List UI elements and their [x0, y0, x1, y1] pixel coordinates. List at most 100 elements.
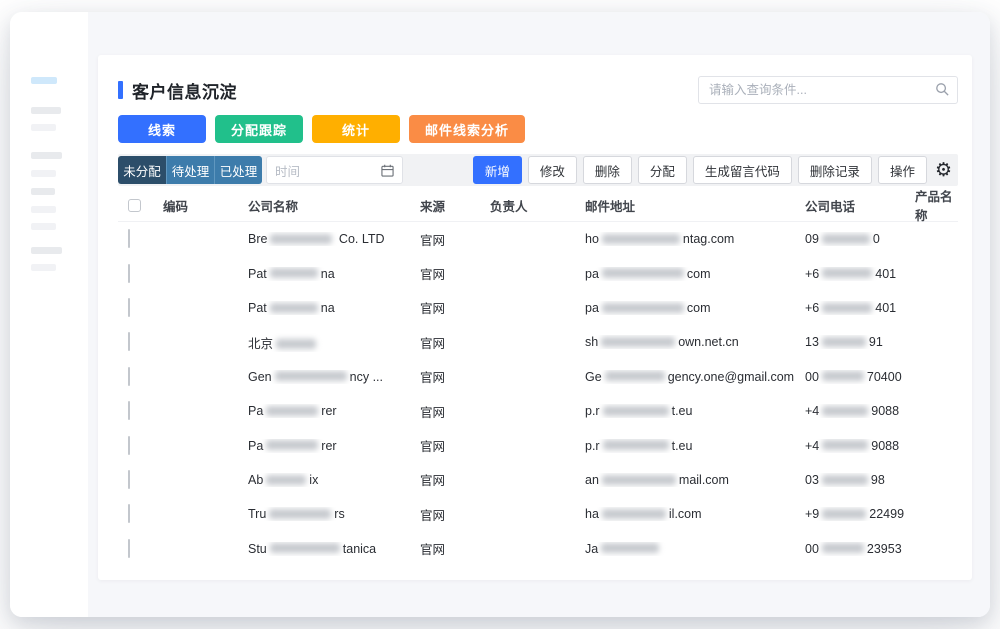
sidebar-skeleton-bar [31, 170, 56, 177]
source-cell: 官网 [420, 539, 490, 558]
email-cell: hail.com [585, 507, 805, 521]
sidebar-skeleton-bar [31, 188, 55, 195]
company-name-cell: Parer [248, 404, 420, 418]
source-cell: 官网 [420, 333, 490, 352]
checkbox-cell [128, 437, 163, 455]
company-name-cell: Abix [248, 473, 420, 487]
table-row[interactable]: Trurs官网hail.com+922499 [118, 497, 958, 531]
phone-cell: 0070400 [805, 370, 915, 384]
row-checkbox[interactable] [128, 504, 130, 523]
source-cell: 官网 [420, 505, 490, 524]
row-checkbox[interactable] [128, 264, 130, 283]
settings-gear-icon[interactable]: ⚙ [935, 161, 952, 180]
sidebar-skeleton-bar [31, 223, 56, 230]
toolbar-button-删除[interactable]: 删除 [583, 156, 632, 184]
source-cell: 官网 [420, 264, 490, 283]
toolbar-button-修改[interactable]: 修改 [528, 156, 577, 184]
redacted-text [603, 406, 669, 416]
tab-待处理[interactable]: 待处理 [166, 156, 214, 184]
row-checkbox[interactable] [128, 470, 130, 489]
phone-cell: 0398 [805, 473, 915, 487]
checkbox-cell [128, 333, 163, 351]
redacted-text [603, 440, 669, 450]
table-row[interactable]: Bre Co. LTD官网hontag.com090 [118, 222, 958, 256]
search-input[interactable] [698, 76, 958, 104]
phone-cell: 090 [805, 232, 915, 246]
column-header-来源: 来源 [420, 196, 490, 215]
select-all-checkbox[interactable] [128, 199, 141, 212]
column-header-公司名称: 公司名称 [248, 196, 420, 215]
email-cell: pacom [585, 267, 805, 281]
redacted-text [601, 543, 659, 553]
page-title-wrap: 客户信息沉淀 [118, 78, 237, 103]
phone-cell: +922499 [805, 507, 915, 521]
table-row[interactable]: Stutanica官网Ja0023953 [118, 532, 958, 566]
redacted-text [822, 268, 872, 278]
sidebar-skeleton-bar [31, 124, 56, 131]
redacted-text [601, 337, 675, 347]
email-cell: p.rt.eu [585, 404, 805, 418]
redacted-text [270, 543, 340, 553]
table-row[interactable]: Patna官网 pacom+6401 [118, 256, 958, 290]
redacted-text [822, 337, 866, 347]
phone-cell: +6401 [805, 267, 915, 281]
row-checkbox[interactable] [128, 229, 130, 248]
row-checkbox[interactable] [128, 332, 130, 351]
company-name-cell: Patna [248, 267, 420, 281]
calendar-icon [381, 164, 394, 177]
redacted-text [822, 543, 864, 553]
email-cell: p.rt.eu [585, 439, 805, 453]
table-row[interactable]: Parer官网 p.rt.eu+49088 [118, 394, 958, 428]
row-checkbox[interactable] [128, 298, 130, 317]
table-row[interactable]: 北京官网 shown.net.cn1391 [118, 325, 958, 359]
table-row[interactable]: Patna官网pacom+6401 [118, 291, 958, 325]
toolbar-button-生成留言代码[interactable]: 生成留言代码 [693, 156, 792, 184]
row-checkbox[interactable] [128, 539, 130, 558]
redacted-text [266, 440, 318, 450]
tab-已处理[interactable]: 已处理 [214, 156, 262, 184]
row-checkbox[interactable] [128, 436, 130, 455]
redacted-text [822, 475, 868, 485]
nav-button-分配跟踪[interactable]: 分配跟踪 [215, 115, 303, 143]
nav-button-row: 线索分配跟踪统计邮件线索分析 [118, 115, 958, 143]
source-cell: 官网 [420, 470, 490, 489]
source-cell: 官网 [420, 367, 490, 386]
nav-button-邮件线索分析[interactable]: 邮件线索分析 [409, 115, 525, 143]
company-name-cell: 北京 [248, 333, 420, 352]
tab-未分配[interactable]: 未分配 [118, 156, 166, 184]
table-row[interactable]: Genncy ...官网Gegency.one@gmail.com0070400 [118, 360, 958, 394]
phone-cell: 1391 [805, 335, 915, 349]
sidebar-skeleton-bar [31, 107, 61, 114]
source-cell: 官网 [420, 402, 490, 421]
table-row[interactable]: Abix官网 anmail.com0398 [118, 463, 958, 497]
email-cell: pacom [585, 301, 805, 315]
toolbar-button-删除记录[interactable]: 删除记录 [798, 156, 872, 184]
filter-toolbar: 未分配待处理已处理 时间 新增修改删除分配生成留言代码删除记录操作 ⚙ [118, 154, 958, 186]
toolbar-button-新增[interactable]: 新增 [473, 156, 522, 184]
row-checkbox[interactable] [128, 367, 130, 386]
phone-cell: +49088 [805, 404, 915, 418]
sidebar-skeleton-bar [31, 247, 62, 254]
company-name-cell: Stutanica [248, 542, 420, 556]
toolbar-button-分配[interactable]: 分配 [638, 156, 687, 184]
column-header-编码: 编码 [163, 196, 248, 215]
redacted-text [602, 475, 676, 485]
page-title: 客户信息沉淀 [132, 78, 237, 103]
redacted-text [822, 440, 868, 450]
date-filter-input[interactable]: 时间 [266, 156, 403, 184]
sidebar-skeleton-bar [31, 206, 56, 213]
redacted-text [822, 303, 872, 313]
row-checkbox[interactable] [128, 401, 130, 420]
toolbar-button-操作[interactable]: 操作 [878, 156, 927, 184]
table-row[interactable]: Parer官网p.rt.eu+49088 [118, 428, 958, 462]
nav-button-线索[interactable]: 线索 [118, 115, 206, 143]
email-cell: anmail.com [585, 473, 805, 487]
table-header: 编码公司名称来源负责人邮件地址公司电话产品名称 [118, 186, 958, 222]
nav-button-统计[interactable]: 统计 [312, 115, 400, 143]
search-icon[interactable] [935, 82, 950, 97]
company-name-cell: Bre Co. LTD [248, 232, 420, 246]
redacted-text [276, 339, 316, 349]
email-cell: shown.net.cn [585, 335, 805, 349]
redacted-text [822, 509, 866, 519]
company-name-cell: Parer [248, 439, 420, 453]
